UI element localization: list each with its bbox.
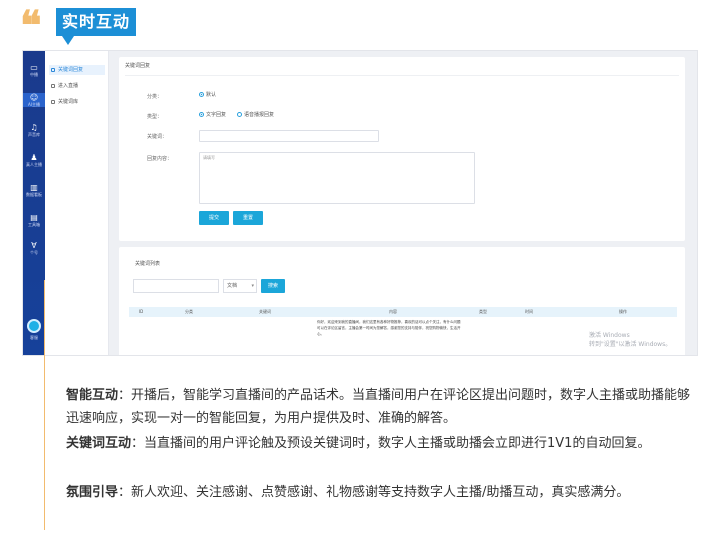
column-header: 时间 bbox=[525, 309, 533, 314]
quote-mark-icon: ❝ bbox=[20, 2, 42, 49]
sidebar-item-dashboard[interactable]: ▥ 数据看板 bbox=[23, 183, 45, 197]
reply-textarea[interactable]: 请填写 bbox=[199, 152, 475, 204]
submenu-label: 进入直播 bbox=[58, 83, 79, 89]
sidebar-item-broadcast[interactable]: ▭ 中播 bbox=[23, 63, 45, 77]
voice-icon: ♫ bbox=[30, 123, 38, 132]
column-header: 关键词 bbox=[259, 309, 271, 314]
category-radio-default[interactable]: 默认 bbox=[199, 92, 216, 98]
watermark-line: 转到"设置"以激活 Windows。 bbox=[589, 341, 672, 348]
type-select[interactable]: 文档 bbox=[223, 279, 257, 293]
submenu-item-enter-live[interactable]: 进入直播 bbox=[49, 81, 105, 91]
paragraph-term: 智能互动 bbox=[66, 388, 119, 403]
table-header: ID 分类 关键词 内容 类型 时间 操作 bbox=[129, 307, 677, 317]
section-title: 实时互动 bbox=[56, 8, 136, 45]
type-radio-voice[interactable]: 语音播报回复 bbox=[237, 112, 274, 118]
account-icon: ∀ bbox=[31, 241, 37, 250]
column-header: 类型 bbox=[479, 309, 487, 314]
sidebar-label: 中播 bbox=[30, 72, 38, 77]
type-radio-text[interactable]: 文字回复 bbox=[199, 112, 226, 118]
form-title: 关键词回复 bbox=[125, 63, 151, 69]
watermark-line: 激活 Windows bbox=[589, 332, 630, 339]
column-header: 内容 bbox=[389, 309, 397, 314]
main-sidebar: ▭ 中播 ☺ AI主播 ♫ 声音库 ♟ 真人主播 ▥ 数据看板 ▤ 工具箱 ∀ … bbox=[23, 51, 45, 355]
sidebar-item-account[interactable]: ∀ 个号 bbox=[23, 241, 45, 255]
paragraph-term: 氛围引导 bbox=[66, 485, 119, 500]
windows-watermark: 激活 Windows 转到"设置"以激活 Windows。 bbox=[589, 331, 671, 349]
category-label: 分类： bbox=[147, 94, 163, 100]
menu-dot-icon bbox=[51, 84, 55, 88]
paragraph-smart-interaction: 智能互动：开播后，智能学习直播间的产品话术。当直播间用户在评论区提出问题时，数字… bbox=[66, 384, 700, 430]
customer-service-icon[interactable] bbox=[27, 319, 41, 333]
paragraph-term: 关键词互动 bbox=[66, 436, 132, 451]
decorative-line bbox=[44, 280, 45, 530]
column-header: ID bbox=[139, 309, 144, 314]
reply-label: 回复内容： bbox=[147, 156, 173, 162]
robot-icon: ☺ bbox=[29, 93, 39, 102]
submit-button[interactable]: 提交 bbox=[199, 211, 229, 225]
app-screenshot: ▭ 中播 ☺ AI主播 ♫ 声音库 ♟ 真人主播 ▥ 数据看板 ▤ 工具箱 ∀ … bbox=[22, 50, 698, 356]
broadcast-icon: ▭ bbox=[30, 63, 38, 72]
type-label: 类型： bbox=[147, 114, 163, 120]
paragraph-atmosphere-guide: 氛围引导：新人欢迎、关注感谢、点赞感谢、礼物感谢等支持数字人主播/助播互动，真实… bbox=[66, 481, 700, 504]
keyword-search-input[interactable] bbox=[133, 279, 219, 293]
menu-dot-icon bbox=[51, 100, 55, 104]
customer-service-label: 客服 bbox=[30, 335, 38, 340]
keyword-reply-form: 关键词回复 分类： 默认 类型： 文字回复 语音播报回复 关键词： 回复内容： … bbox=[119, 57, 685, 241]
sidebar-label: 工具箱 bbox=[28, 222, 40, 227]
keyword-label: 关键词： bbox=[147, 134, 168, 140]
paragraph-text: ：新人欢迎、关注感谢、点赞感谢、礼物感谢等支持数字人主播/助播互动，真实感满分。 bbox=[118, 485, 630, 500]
sidebar-item-real-anchor[interactable]: ♟ 真人主播 bbox=[23, 153, 45, 167]
menu-dot-icon bbox=[51, 68, 55, 72]
list-title: 关键词列表 bbox=[135, 261, 161, 267]
submenu-item-keyword-reply[interactable]: 关键词回复 bbox=[49, 65, 105, 75]
submenu: 关键词回复 进入直播 关键词库 bbox=[45, 51, 109, 355]
submenu-label: 关键词库 bbox=[58, 99, 79, 105]
chart-icon: ▥ bbox=[30, 183, 38, 192]
sidebar-label: 数据看板 bbox=[26, 192, 42, 197]
paragraph-keyword-interaction: 关键词互动：当直播间的用户评论触及预设关键词时，数字人主播或助播会立即进行1V1… bbox=[66, 432, 700, 455]
person-icon: ♟ bbox=[30, 153, 38, 162]
sidebar-label: AI主播 bbox=[28, 102, 40, 107]
table-cell-content: 你好，欢迎来到我的直播间，我们这里有各种好物推荐，喜欢的话可以点个关注，有什么问… bbox=[317, 320, 461, 336]
column-header: 分类 bbox=[185, 309, 193, 314]
sidebar-label: 个号 bbox=[30, 250, 38, 255]
sidebar-item-toolbox[interactable]: ▤ 工具箱 bbox=[23, 213, 45, 227]
submenu-item-keyword-library[interactable]: 关键词库 bbox=[49, 97, 105, 107]
toolbox-icon: ▤ bbox=[30, 213, 38, 222]
paragraph-text: ：当直播间的用户评论触及预设关键词时，数字人主播或助播会立即进行1V1的自动回复… bbox=[131, 436, 651, 451]
column-header: 操作 bbox=[619, 309, 627, 314]
reset-button[interactable]: 重置 bbox=[233, 211, 263, 225]
sidebar-label: 真人主播 bbox=[26, 162, 42, 167]
search-button[interactable]: 搜索 bbox=[261, 279, 285, 293]
sidebar-label: 声音库 bbox=[28, 132, 40, 137]
submenu-label: 关键词回复 bbox=[58, 67, 84, 73]
sidebar-item-voice[interactable]: ♫ 声音库 bbox=[23, 123, 45, 137]
keyword-input[interactable] bbox=[199, 130, 379, 142]
sidebar-item-ai-anchor[interactable]: ☺ AI主播 bbox=[23, 93, 45, 107]
paragraph-text: ：开播后，智能学习直播间的产品话术。当直播间用户在评论区提出问题时，数字人主播或… bbox=[66, 388, 691, 426]
divider bbox=[125, 75, 679, 76]
